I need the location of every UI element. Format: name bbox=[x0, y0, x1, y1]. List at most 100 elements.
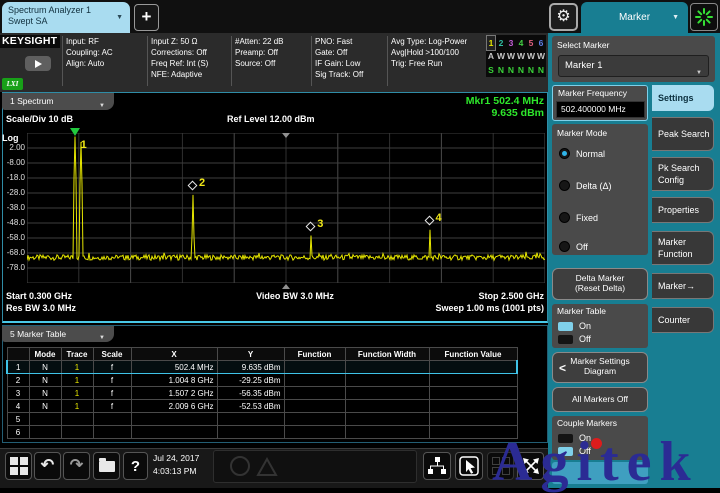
table-row[interactable]: 3N1f1.507 2 GHz-56.35 dBm bbox=[7, 387, 517, 400]
help-button[interactable]: ? bbox=[123, 452, 148, 480]
busy-indicator-button[interactable] bbox=[690, 3, 718, 31]
add-tab-button[interactable]: + bbox=[134, 4, 159, 31]
delta-marker-button[interactable]: Delta Marker (Reset Delta) bbox=[552, 268, 648, 300]
chevron-down-icon: ▼ bbox=[99, 98, 105, 115]
table-row[interactable]: 4N1f2.009 6 GHz-52.53 dBm bbox=[7, 400, 517, 413]
trace-numbers-row: 123456 bbox=[486, 35, 546, 49]
tab-peak-search[interactable]: Peak Search bbox=[652, 117, 714, 151]
table-row[interactable]: 6 bbox=[7, 426, 517, 439]
status-col-pno[interactable]: PNO: FastGate: OffIF Gain: LowSig Track:… bbox=[315, 36, 363, 80]
input-overview-icon[interactable] bbox=[25, 56, 51, 71]
lxi-badge: LXI bbox=[2, 78, 23, 90]
block-diagram-icon bbox=[427, 456, 447, 476]
trace-types-row: AWWWWW bbox=[486, 49, 546, 63]
touch-pointer-icon bbox=[459, 456, 479, 476]
y-axis-label: -78.0 bbox=[1, 263, 25, 272]
radio-off[interactable] bbox=[559, 241, 570, 252]
top-tab-bar: Spectrum Analyzer 1 Swept SA ▼ + ⚙ Marke… bbox=[0, 0, 720, 33]
folder-icon bbox=[99, 461, 115, 472]
status-col-avg[interactable]: Avg Type: Log-PowerAvg|Hold >100/100Trig… bbox=[391, 36, 467, 69]
mode-delta-label[interactable]: Delta (Δ) bbox=[576, 181, 612, 191]
table-row[interactable]: 1N1f502.4 MHz9.635 dBm bbox=[7, 361, 517, 374]
tab-marker-function[interactable]: Marker Function bbox=[652, 231, 714, 265]
y-axis-label: -38.0 bbox=[1, 203, 25, 212]
divider bbox=[147, 36, 148, 86]
mode-fixed-label[interactable]: Fixed bbox=[576, 213, 598, 223]
table-row[interactable]: 5 bbox=[7, 413, 517, 426]
marker-frequency-field[interactable]: 502.400000 MHz bbox=[556, 101, 645, 118]
center-freq-bottom-marker-icon bbox=[282, 284, 290, 289]
divider bbox=[62, 36, 63, 86]
couple-markers-label: Couple Markers bbox=[552, 416, 648, 428]
all-markers-off-button[interactable]: All Markers Off bbox=[552, 387, 648, 412]
chevron-down-icon: ▼ bbox=[99, 330, 105, 346]
marker-table-off-label[interactable]: Off bbox=[579, 334, 591, 344]
brand-logo: KEYSIGHT bbox=[2, 35, 57, 47]
res-bw-label: Res BW 3.0 MHz bbox=[6, 303, 76, 313]
chevron-left-icon: < bbox=[559, 361, 566, 375]
circle-annotation-icon[interactable] bbox=[230, 456, 250, 476]
chevron-down-icon: ▼ bbox=[696, 63, 702, 83]
system-settings-button[interactable]: ⚙ bbox=[549, 3, 578, 31]
app-mode-tab[interactable]: Spectrum Analyzer 1 Swept SA ▼ bbox=[2, 2, 130, 33]
select-marker-value: Marker 1 bbox=[565, 60, 602, 71]
table-header-row: ModeTraceScaleXYFunctionFunction WidthFu… bbox=[7, 348, 517, 361]
marker-table-tab-label: 5 Marker Table bbox=[10, 329, 66, 339]
windows-logo-icon bbox=[10, 457, 28, 475]
center-freq-top-marker-icon bbox=[282, 133, 290, 138]
trace-detectors-row: SNNNNN bbox=[486, 63, 546, 77]
play-arrow-icon bbox=[35, 60, 42, 68]
marker-table-toggle-section: Marker Table On Off bbox=[552, 304, 648, 348]
marker-table-window-tab[interactable]: 5 Marker Table ▼ bbox=[2, 326, 114, 342]
app-tab-title: Spectrum Analyzer 1 bbox=[8, 5, 124, 16]
divider bbox=[311, 36, 312, 86]
marker-table: ModeTraceScaleXYFunctionFunction WidthFu… bbox=[6, 347, 518, 439]
divider bbox=[231, 36, 232, 86]
marker-table-off-indicator[interactable] bbox=[558, 335, 573, 344]
redo-button[interactable]: ↷ bbox=[63, 452, 90, 480]
block-diagram-button[interactable] bbox=[423, 452, 451, 480]
marker-mode-section: Marker Mode Normal Delta (Δ) Fixed Off bbox=[552, 124, 648, 255]
chevron-down-icon: ▼ bbox=[116, 14, 123, 21]
redo-icon: ↷ bbox=[70, 458, 83, 474]
start-freq-label: Start 0.300 GHz bbox=[6, 291, 72, 301]
mode-normal-label[interactable]: Normal bbox=[576, 149, 605, 159]
status-col-input[interactable]: Input: RFCoupling: ACAlign: Auto bbox=[66, 36, 113, 69]
help-icon: ? bbox=[131, 458, 140, 475]
busy-starburst-icon bbox=[695, 8, 713, 26]
marker-settings-diagram-button[interactable]: < Marker Settings Diagram bbox=[552, 352, 648, 383]
tab-properties[interactable]: Properties bbox=[652, 197, 714, 223]
undo-button[interactable]: ↶ bbox=[34, 452, 61, 480]
triangle-annotation-icon[interactable] bbox=[256, 456, 278, 478]
marker-table-on-indicator[interactable] bbox=[558, 322, 573, 331]
ref-level-label: Ref Level 12.00 dBm bbox=[227, 114, 315, 124]
spectrum-tab-label: 1 Spectrum bbox=[10, 96, 53, 106]
marker-menu-title-tab[interactable]: Marker ▼ bbox=[581, 2, 688, 33]
tab-marker-to[interactable]: Marker→ bbox=[652, 273, 714, 299]
tab-counter[interactable]: Counter bbox=[652, 307, 714, 333]
status-bar: KEYSIGHT LXI Input: RFCoupling: ACAlign:… bbox=[0, 33, 548, 92]
status-col-inputz[interactable]: Input Z: 50 ΩCorrections: OffFreq Ref: I… bbox=[151, 36, 208, 80]
touch-mode-button[interactable] bbox=[455, 452, 483, 480]
radio-normal[interactable] bbox=[559, 148, 570, 159]
spectrum-plot[interactable] bbox=[27, 133, 545, 283]
file-button[interactable] bbox=[93, 452, 120, 480]
select-marker-dropdown[interactable]: Marker 1 ▼ bbox=[558, 55, 709, 77]
windows-start-button[interactable] bbox=[5, 452, 32, 480]
tab-settings[interactable]: Settings bbox=[652, 85, 714, 111]
y-axis-label: -18.0 bbox=[1, 173, 25, 182]
marker-table-on-label[interactable]: On bbox=[579, 321, 591, 331]
log-scale-label: Log bbox=[2, 133, 19, 143]
status-col-atten[interactable]: #Atten: 22 dBPreamp: OffSource: Off bbox=[235, 36, 283, 69]
select-marker-label: Select Marker bbox=[552, 36, 715, 50]
video-bw-label: Video BW 3.0 MHz bbox=[220, 291, 370, 301]
mode-off-label[interactable]: Off bbox=[576, 242, 588, 252]
tab-pk-search-config[interactable]: Pk Search Config bbox=[652, 157, 714, 191]
trace-status-grid[interactable]: 123456 AWWWWW SNNNNN bbox=[486, 35, 546, 77]
radio-fixed[interactable] bbox=[559, 212, 570, 223]
marker-frequency-label: Marker Frequency bbox=[553, 86, 647, 98]
spectrum-window-tab[interactable]: 1 Spectrum ▼ bbox=[2, 93, 114, 110]
radio-delta[interactable] bbox=[559, 180, 570, 191]
table-row[interactable]: 2N1f1.004 8 GHz-29.25 dBm bbox=[7, 374, 517, 387]
clock[interactable]: Jul 24, 2017 4:03:13 PM bbox=[153, 452, 199, 478]
